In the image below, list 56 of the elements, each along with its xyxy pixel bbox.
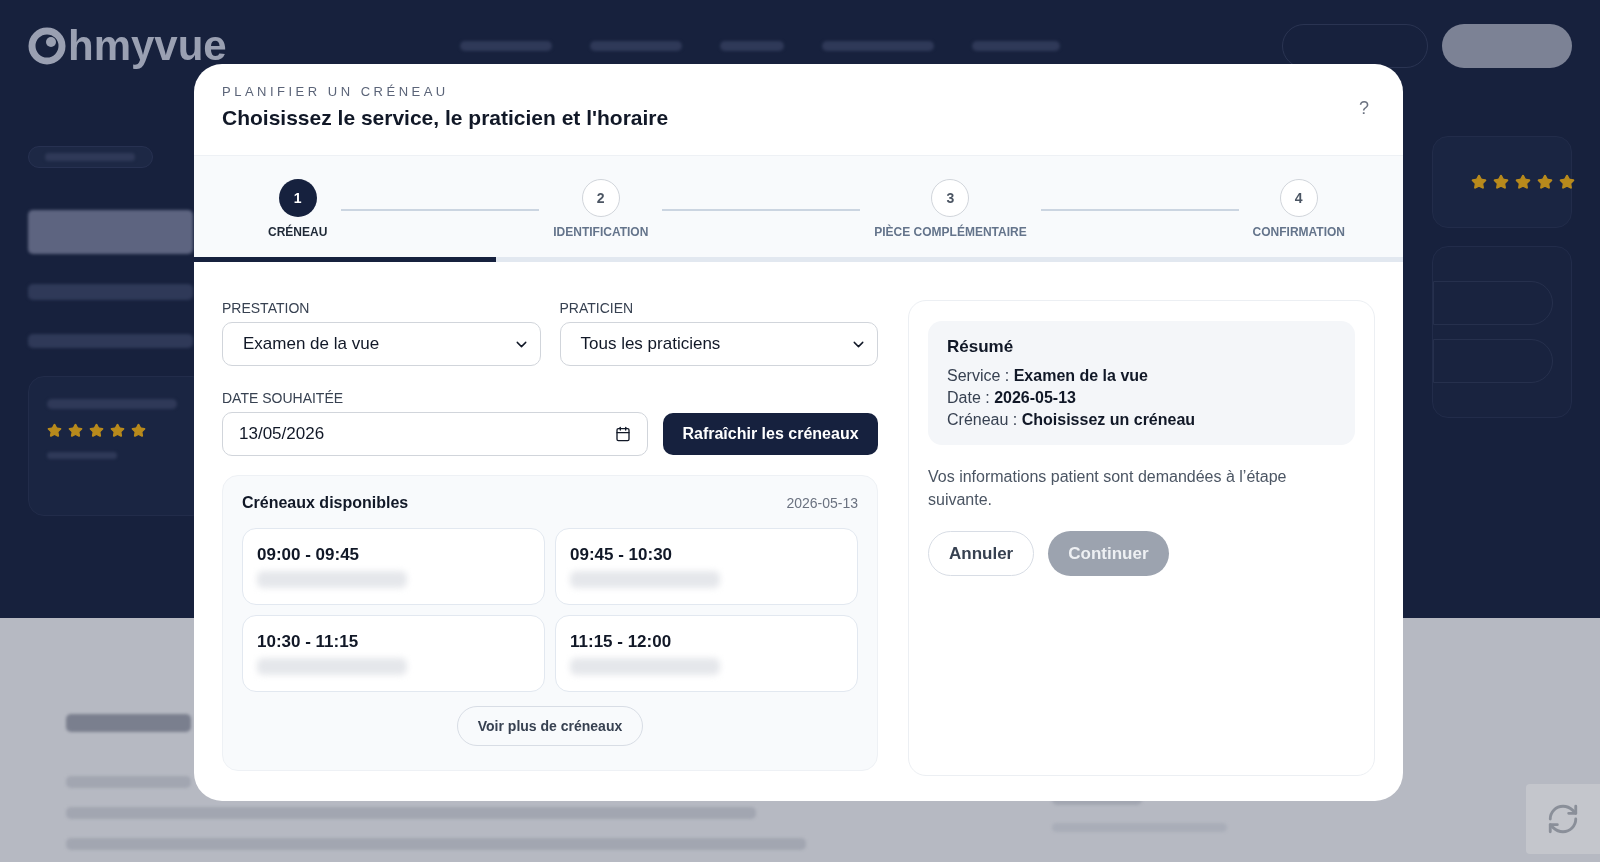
time-slot[interactable]: 10:30 - 11:15 [242, 615, 545, 692]
slots-title: Créneaux disponibles [242, 494, 409, 512]
step-number[interactable]: 2 [581, 179, 620, 217]
summary-line: Date : 2026-05-13 [947, 389, 1077, 407]
select-field[interactable]: Tous les praticiens [559, 322, 878, 366]
more-slots-button[interactable]: Voir plus de créneaux [456, 706, 644, 746]
star-icon [1515, 174, 1531, 190]
step-number[interactable]: 1 [278, 179, 317, 217]
step-number[interactable]: 3 [931, 179, 970, 217]
date-field[interactable]: 13/05/2026 [222, 412, 648, 456]
summary-line: Service : Examen de la vue [947, 367, 1149, 385]
refresh-button[interactable]: Rafraîchir les créneaux [663, 413, 878, 455]
slot-time: 09:00 - 09:45 [257, 545, 361, 565]
field-label: DATE SOUHAITÉE [222, 390, 345, 406]
star-icon [89, 423, 104, 438]
calendar-icon [615, 426, 631, 442]
captcha-icon [1546, 802, 1580, 836]
blurred-nav-link[interactable] [590, 41, 682, 51]
captcha-badge[interactable] [1526, 784, 1600, 854]
blurred-nav-link[interactable] [972, 41, 1060, 51]
blurred-nav-link[interactable] [460, 41, 552, 51]
select-field[interactable]: Examen de la vue [222, 322, 541, 366]
info-note: Vos informations patient sont demandées à l’étape suivante. [928, 467, 1288, 511]
field-label: PRATICIEN [559, 300, 635, 316]
time-slot[interactable]: 09:45 - 10:30 [555, 528, 858, 605]
step-label: IDENTIFICATION [553, 225, 649, 239]
blurred-nav-link[interactable] [720, 41, 784, 51]
field-label: PRESTATION [222, 300, 311, 316]
star-icon [110, 423, 125, 438]
time-slot[interactable]: 09:00 - 09:45 [242, 528, 545, 605]
star-icon [1537, 174, 1553, 190]
logo-text[interactable]: hmyvue [68, 22, 227, 70]
star-icon [47, 423, 62, 438]
slot-time: 09:45 - 10:30 [570, 545, 674, 565]
star-icon [68, 423, 83, 438]
slots-date: 2026-05-13 [786, 495, 858, 511]
star-icon [131, 423, 146, 438]
dialog-title: Choisissez le service, le praticien et l'horaire [222, 106, 669, 130]
slot-time: 10:30 - 11:15 [257, 632, 360, 652]
step-label: CONFIRMATION [1252, 225, 1345, 239]
cancel-button[interactable]: Annuler [928, 531, 1035, 577]
blurred-nav-link[interactable] [822, 41, 934, 51]
logo-eye-icon [28, 27, 66, 65]
time-slot[interactable]: 11:15 - 12:00 [555, 615, 858, 692]
star-icon [1493, 174, 1509, 190]
step-number[interactable]: 4 [1279, 179, 1318, 217]
step-label: PIÈCE COMPLÉMENTAIRE [874, 225, 1027, 239]
summary-title: Résumé [947, 337, 1015, 357]
step-label: CRÉNEAU [268, 225, 328, 239]
blurred-header-button[interactable] [1442, 24, 1572, 68]
summary-line: Créneau : Choisissez un créneau [947, 411, 1197, 429]
slot-time: 11:15 - 12:00 [570, 632, 673, 652]
star-icon [1559, 174, 1575, 190]
star-icon [1471, 174, 1487, 190]
dialog-eyebrow: PLANIFIER UN CRÉNEAU [222, 84, 450, 99]
help-button[interactable]: ? [1353, 96, 1375, 120]
